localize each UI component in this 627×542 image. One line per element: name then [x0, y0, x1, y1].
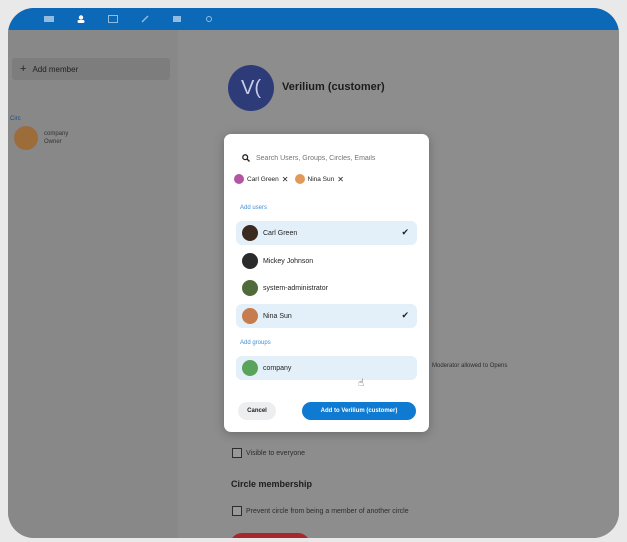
checkbox-box[interactable] — [232, 506, 242, 516]
moderator-setting-text: Moderator allowed to Opens — [432, 363, 508, 369]
chip-label: Carl Green — [247, 175, 279, 183]
close-icon[interactable]: ✕ — [337, 175, 344, 184]
chip-label: Nina Sun — [307, 175, 335, 183]
add-to-circle-button[interactable]: Add to Verilium (customer) — [302, 402, 416, 420]
add-member-button[interactable]: + Add member — [12, 58, 170, 80]
cancel-button[interactable]: Cancel — [238, 402, 276, 420]
top-navigation-bar — [8, 8, 619, 30]
avatar — [234, 174, 244, 184]
chip-nina-sun: Nina Sun ✕ — [294, 174, 344, 184]
circle-membership-heading: Circle membership — [231, 479, 313, 489]
close-icon[interactable]: ✕ — [282, 175, 289, 184]
files-icon[interactable] — [172, 15, 182, 23]
checkmark-icon: ✔ — [401, 227, 409, 237]
calendar-icon[interactable] — [108, 15, 118, 23]
prevent-member-checkbox[interactable]: Prevent circle from being a member of an… — [232, 506, 409, 516]
search-icon — [242, 154, 250, 162]
selected-chips: Carl Green ✕ Nina Sun ✕ — [234, 174, 350, 184]
search-bar[interactable] — [242, 154, 416, 162]
checkbox-box[interactable] — [232, 448, 242, 458]
user-name: system-administrator — [263, 284, 328, 292]
user-name: Mickey Johnson — [263, 257, 314, 265]
more-icon[interactable] — [204, 15, 214, 23]
circle-title: Verilium (customer) — [282, 81, 385, 93]
sidebar: + Add member Circ company Owner — [8, 30, 178, 538]
member-list-item[interactable]: company Owner — [8, 126, 68, 150]
chip-carl-green: Carl Green ✕ — [234, 174, 289, 184]
user-name: Carl Green — [263, 229, 298, 237]
app-window: + Add member Circ company Owner V( Veril… — [8, 8, 619, 538]
avatar — [242, 280, 258, 296]
avatar — [14, 126, 38, 150]
avatar — [242, 225, 258, 241]
group-icon — [242, 360, 258, 376]
add-members-dialog: Carl Green ✕ Nina Sun ✕ Add users Carl G… — [224, 134, 429, 432]
plus-icon: + — [20, 63, 27, 75]
delete-circle-button[interactable] — [230, 533, 310, 538]
avatar — [294, 174, 305, 184]
member-name: company — [44, 131, 69, 137]
checkmark-icon: ✔ — [401, 310, 409, 320]
user-name: Nina Sun — [263, 312, 292, 320]
contacts-icon[interactable] — [76, 15, 86, 23]
circle-avatar: V( — [228, 65, 274, 111]
pointer-cursor-icon: ☝ — [358, 378, 365, 389]
member-role: Owner — [44, 139, 62, 145]
user-option-carl-green[interactable]: Carl Green ✔ — [236, 221, 417, 245]
sidebar-section-tag: Circ — [10, 116, 21, 122]
add-groups-label: Add groups — [240, 340, 271, 346]
search-input[interactable] — [250, 154, 416, 162]
dashboard-icon[interactable] — [44, 15, 54, 23]
group-option-company[interactable]: company — [236, 356, 417, 380]
add-users-label: Add users — [240, 205, 268, 211]
avatar — [242, 308, 258, 324]
visible-to-everyone-label: Visible to everyone — [246, 449, 306, 457]
user-option-nina-sun[interactable]: Nina Sun ✔ — [236, 304, 417, 328]
visible-to-everyone-checkbox[interactable]: Visible to everyone — [232, 448, 305, 458]
avatar — [242, 253, 258, 269]
user-option-system-administrator[interactable]: system-administrator — [236, 276, 417, 300]
prevent-member-label: Prevent circle from being a member of an… — [246, 507, 409, 515]
add-member-label: Add member — [32, 64, 79, 74]
group-name: company — [263, 364, 292, 372]
user-option-mickey-johnson[interactable]: Mickey Johnson — [236, 249, 417, 273]
pen-icon[interactable] — [140, 15, 150, 23]
